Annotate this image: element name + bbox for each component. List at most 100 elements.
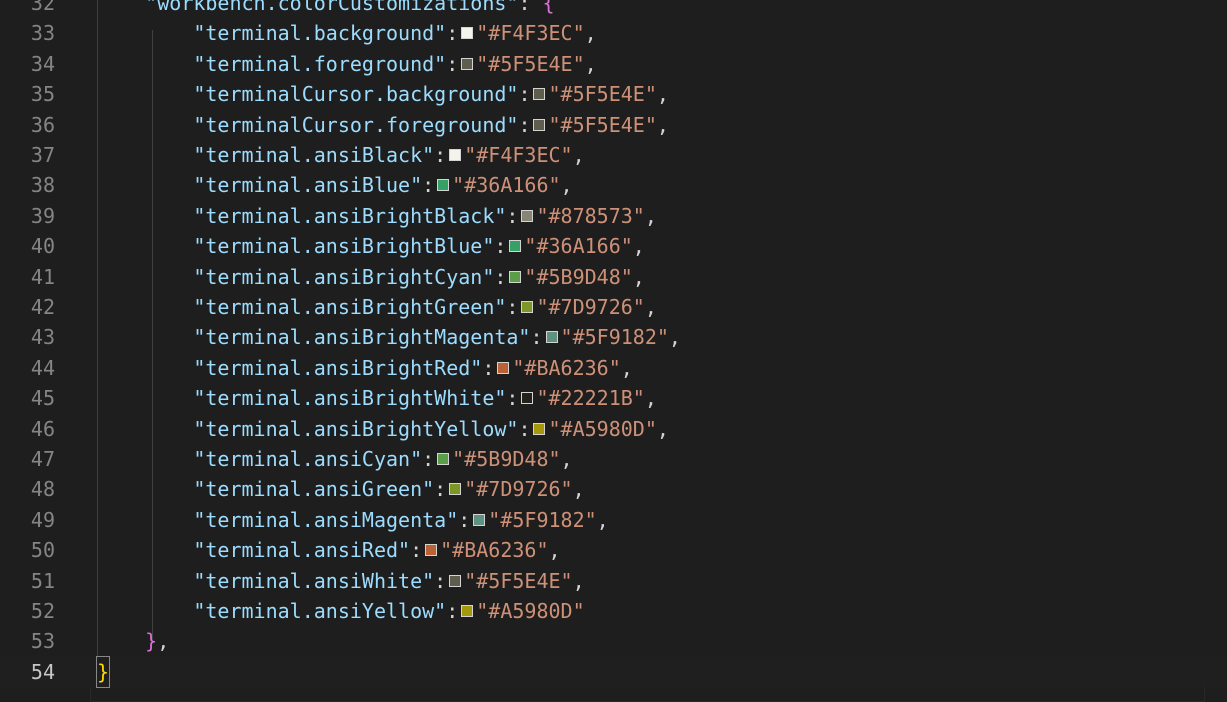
colon: : <box>518 82 531 107</box>
color-swatch-icon[interactable] <box>461 57 474 70</box>
line-number: 48 <box>30 477 55 502</box>
json-string-value: "#7D9726" <box>536 295 645 319</box>
color-swatch-icon[interactable] <box>461 605 474 617</box>
code-line[interactable]: 47 "terminal.ansiCyan": "#5B9D48", <box>0 444 1227 474</box>
code-line[interactable]: 54} <box>0 655 1227 689</box>
json-string-value: "#F4F3EC" <box>476 21 585 46</box>
code-line[interactable]: 51 "terminal.ansiWhite": "#5F5E4E", <box>0 566 1227 596</box>
colon: : <box>434 477 447 502</box>
json-key: "terminal.ansiRed" <box>193 538 411 563</box>
color-swatch-icon[interactable] <box>521 209 534 222</box>
color-swatch-icon[interactable] <box>461 27 474 40</box>
code-line[interactable]: 37 "terminal.ansiBlack": "#F4F3EC", <box>0 140 1227 170</box>
close-brace: } <box>145 629 158 654</box>
code-editor[interactable]: 32 "workbench.colorCustomizations": {33 … <box>0 0 1227 702</box>
comma: , <box>656 112 669 137</box>
colon: : <box>422 447 435 471</box>
line-number: 42 <box>30 295 55 319</box>
code-line[interactable]: 40 "terminal.ansiBrightBlue": "#36A166", <box>0 231 1227 261</box>
json-key: "terminal.ansiBrightYellow" <box>193 416 519 441</box>
color-swatch-icon[interactable] <box>509 270 522 283</box>
code-line[interactable]: 46 "terminal.ansiBrightYellow": "#A5980D"… <box>0 414 1227 444</box>
colon: : <box>446 599 459 623</box>
code-line[interactable]: 32 "workbench.colorCustomizations": { <box>0 0 1227 18</box>
line-content: } <box>95 655 111 689</box>
line-number: 35 <box>30 82 55 107</box>
colon: : <box>422 173 435 198</box>
line-content: "terminal.ansiBrightMagenta": "#5F9182", <box>97 322 681 352</box>
line-content: "terminal.ansiYellow": "#A5980D" <box>97 596 584 626</box>
comma: , <box>656 82 669 107</box>
color-swatch-icon[interactable] <box>449 574 462 587</box>
line-content: "terminal.ansiWhite": "#5F5E4E", <box>97 566 584 596</box>
json-key: "workbench.colorCustomizations" <box>145 0 519 15</box>
json-key: "terminal.ansiBlack" <box>193 143 435 167</box>
code-line[interactable]: 43 "terminal.ansiBrightMagenta": "#5F9182… <box>0 322 1227 352</box>
line-number: 41 <box>30 264 55 289</box>
line-number: 49 <box>30 507 55 532</box>
json-string-value: "#5B9D48" <box>524 264 633 289</box>
color-swatch-icon[interactable] <box>425 544 438 557</box>
color-swatch-icon[interactable] <box>521 392 534 405</box>
color-swatch-icon[interactable] <box>449 483 462 496</box>
code-line[interactable]: 49 "terminal.ansiMagenta": "#5F9182", <box>0 505 1227 535</box>
code-line[interactable]: 50 "terminal.ansiRed": "#BA6236", <box>0 535 1227 565</box>
colon: : <box>518 416 531 441</box>
code-line[interactable]: 42 "terminal.ansiBrightGreen": "#7D9726", <box>0 292 1227 322</box>
json-key: "terminal.ansiYellow" <box>193 599 447 623</box>
color-swatch-icon[interactable] <box>521 301 534 313</box>
color-swatch-icon[interactable] <box>449 149 462 161</box>
code-line[interactable]: 41 "terminal.ansiBrightCyan": "#5B9D48", <box>0 262 1227 292</box>
comma: , <box>644 295 657 319</box>
comma: , <box>572 477 585 502</box>
code-line[interactable]: 39 "terminal.ansiBrightBlack": "#878573", <box>0 201 1227 231</box>
colon: : <box>530 325 543 350</box>
color-swatch-icon[interactable] <box>545 331 558 344</box>
json-string-value: "#5F5E4E" <box>464 568 573 593</box>
line-number: 46 <box>30 416 55 441</box>
code-line[interactable]: 33 "terminal.background": "#F4F3EC", <box>0 18 1227 48</box>
color-swatch-icon[interactable] <box>473 513 486 526</box>
colon: : <box>434 568 447 593</box>
color-swatch-icon[interactable] <box>533 118 546 131</box>
json-string-value: "#5F9182" <box>488 507 597 532</box>
color-swatch-icon[interactable] <box>497 361 510 374</box>
colon: : <box>446 21 459 46</box>
json-string-value: "#5B9D48" <box>452 447 561 471</box>
line-content: "workbench.colorCustomizations": { <box>97 0 554 18</box>
json-string-value: "#BA6236" <box>440 538 549 563</box>
code-line[interactable]: 36 "terminalCursor.foreground": "#5F5E4E"… <box>0 110 1227 140</box>
comma: , <box>596 507 609 532</box>
line-content: "terminal.ansiBrightCyan": "#5B9D48", <box>97 262 645 292</box>
code-line[interactable]: 35 "terminalCursor.background": "#5F5E4E"… <box>0 79 1227 109</box>
color-swatch-icon[interactable] <box>437 453 450 465</box>
json-string-value: "#36A166" <box>452 173 561 198</box>
code-line[interactable]: 53 }, <box>0 626 1227 656</box>
line-number: 45 <box>30 386 55 411</box>
color-swatch-icon[interactable] <box>509 240 522 253</box>
json-key: "terminalCursor.background" <box>193 82 519 107</box>
line-number: 44 <box>30 355 55 380</box>
code-line[interactable]: 44 "terminal.ansiBrightRed": "#BA6236", <box>0 353 1227 383</box>
line-number: 52 <box>30 599 55 623</box>
color-swatch-icon[interactable] <box>437 179 450 192</box>
color-swatch-icon[interactable] <box>533 422 546 435</box>
color-swatch-icon[interactable] <box>533 88 546 101</box>
comma: , <box>632 234 645 259</box>
code-line[interactable]: 48 "terminal.ansiGreen": "#7D9726", <box>0 474 1227 504</box>
line-number: 54 <box>30 659 55 684</box>
line-content: }, <box>97 626 169 656</box>
colon: : <box>506 295 519 319</box>
code-line[interactable]: 45 "terminal.ansiBrightWhite": "#22221B", <box>0 383 1227 413</box>
line-content: "terminal.ansiGreen": "#7D9726", <box>97 474 585 504</box>
comma: , <box>584 51 597 76</box>
code-line[interactable]: 38 "terminal.ansiBlue": "#36A166", <box>0 170 1227 200</box>
code-line[interactable]: 52 "terminal.ansiYellow": "#A5980D" <box>0 596 1227 626</box>
colon: : <box>446 51 459 76</box>
code-line[interactable]: 34 "terminal.foreground": "#5F5E4E", <box>0 49 1227 79</box>
comma: , <box>572 143 585 167</box>
